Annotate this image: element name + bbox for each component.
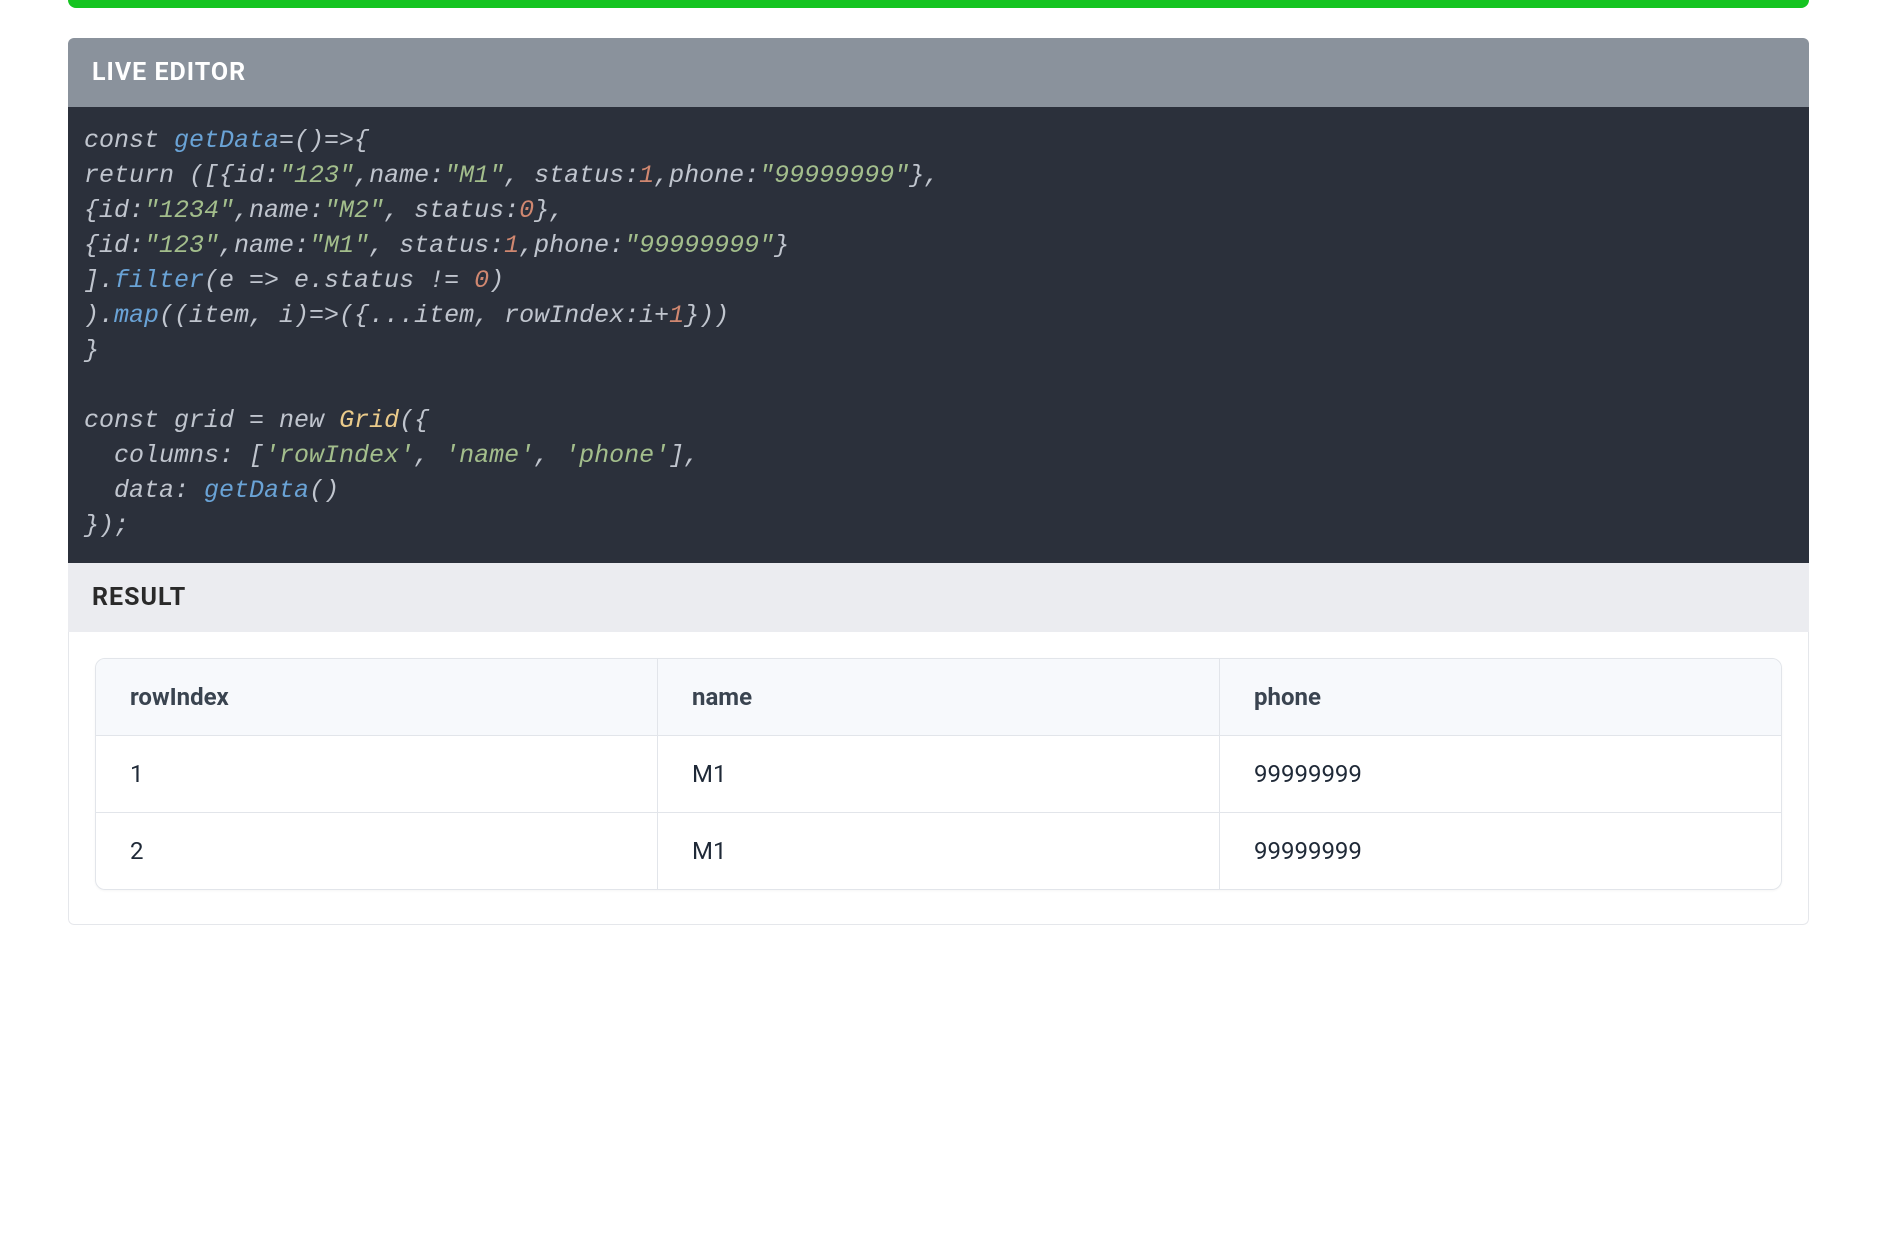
- column-header-phone[interactable]: phone: [1220, 659, 1781, 735]
- code-token: return: [84, 161, 189, 190]
- code-token: , status:: [384, 196, 519, 225]
- code-token: columns: [: [84, 441, 264, 470]
- code-token: {id:: [84, 231, 144, 260]
- code-token: const: [84, 406, 174, 435]
- code-token: 'phone': [564, 441, 669, 470]
- code-token: ,name:: [234, 196, 324, 225]
- code-token: (e => e.status !=: [204, 266, 474, 295]
- cell-name: M1: [658, 812, 1220, 889]
- code-token: ,phone:: [519, 231, 624, 260]
- code-token: },: [909, 161, 939, 190]
- table-row: 1 M1 99999999: [96, 735, 1781, 812]
- code-token: const: [84, 126, 174, 155]
- result-title: RESULT: [68, 563, 1809, 632]
- code-token: grid =: [174, 406, 279, 435]
- code-token: , status:: [369, 231, 504, 260]
- code-token: ((item, i)=>({...item, rowIndex:i+: [159, 301, 669, 330]
- code-token: map: [114, 301, 159, 330]
- code-token: getData: [204, 476, 309, 505]
- code-token: "M2": [324, 196, 384, 225]
- code-token: (): [309, 476, 339, 505]
- code-token: ({: [399, 406, 429, 435]
- code-token: new: [279, 406, 339, 435]
- code-token: "M1": [309, 231, 369, 260]
- code-token: });: [84, 511, 129, 540]
- code-token: 1: [669, 301, 684, 330]
- code-token: Grid: [339, 406, 399, 435]
- code-token: getData: [174, 126, 279, 155]
- live-editor-panel: LIVE EDITOR const getData=()=>{ return (…: [68, 38, 1809, 925]
- code-token: 0: [474, 266, 489, 295]
- code-token: ).: [84, 301, 114, 330]
- code-token: ,name:: [219, 231, 309, 260]
- code-token: "M1": [444, 161, 504, 190]
- cell-rowindex: 1: [96, 735, 658, 812]
- code-token: })): [684, 301, 729, 330]
- table-header-row: rowIndex name phone: [96, 659, 1781, 735]
- code-token: }: [774, 231, 789, 260]
- cell-phone: 99999999: [1220, 735, 1781, 812]
- code-token: filter: [114, 266, 204, 295]
- code-token: 1: [639, 161, 654, 190]
- code-token: "123": [279, 161, 354, 190]
- code-token: ,phone:: [654, 161, 759, 190]
- result-body: rowIndex name phone 1 M1 99999999 2 M1 9…: [68, 632, 1809, 925]
- cell-rowindex: 2: [96, 812, 658, 889]
- code-token: ],: [669, 441, 699, 470]
- code-token: "99999999": [759, 161, 909, 190]
- code-token: 'name': [444, 441, 534, 470]
- code-token: "99999999": [624, 231, 774, 260]
- code-token: }: [84, 336, 99, 365]
- code-token: "123": [144, 231, 219, 260]
- table-row: 2 M1 99999999: [96, 812, 1781, 889]
- code-token: },: [534, 196, 564, 225]
- code-token: ,: [414, 441, 444, 470]
- code-token: "1234": [144, 196, 234, 225]
- code-token: ,name:: [354, 161, 444, 190]
- top-green-bar: [68, 0, 1809, 8]
- code-token: 1: [504, 231, 519, 260]
- result-grid: rowIndex name phone 1 M1 99999999 2 M1 9…: [95, 658, 1782, 890]
- code-editor[interactable]: const getData=()=>{ return ([{id:"123",n…: [68, 107, 1809, 563]
- code-token: data:: [84, 476, 204, 505]
- code-token: =()=>{: [279, 126, 369, 155]
- code-token: ([{id:: [189, 161, 279, 190]
- code-token: {id:: [84, 196, 144, 225]
- code-token: 0: [519, 196, 534, 225]
- column-header-name[interactable]: name: [658, 659, 1220, 735]
- cell-name: M1: [658, 735, 1220, 812]
- code-token: ): [489, 266, 504, 295]
- code-token: 'rowIndex': [264, 441, 414, 470]
- code-token: ,: [534, 441, 564, 470]
- code-token: , status:: [504, 161, 639, 190]
- live-editor-title: LIVE EDITOR: [68, 38, 1809, 107]
- cell-phone: 99999999: [1220, 812, 1781, 889]
- code-token: ].: [84, 266, 114, 295]
- column-header-rowindex[interactable]: rowIndex: [96, 659, 658, 735]
